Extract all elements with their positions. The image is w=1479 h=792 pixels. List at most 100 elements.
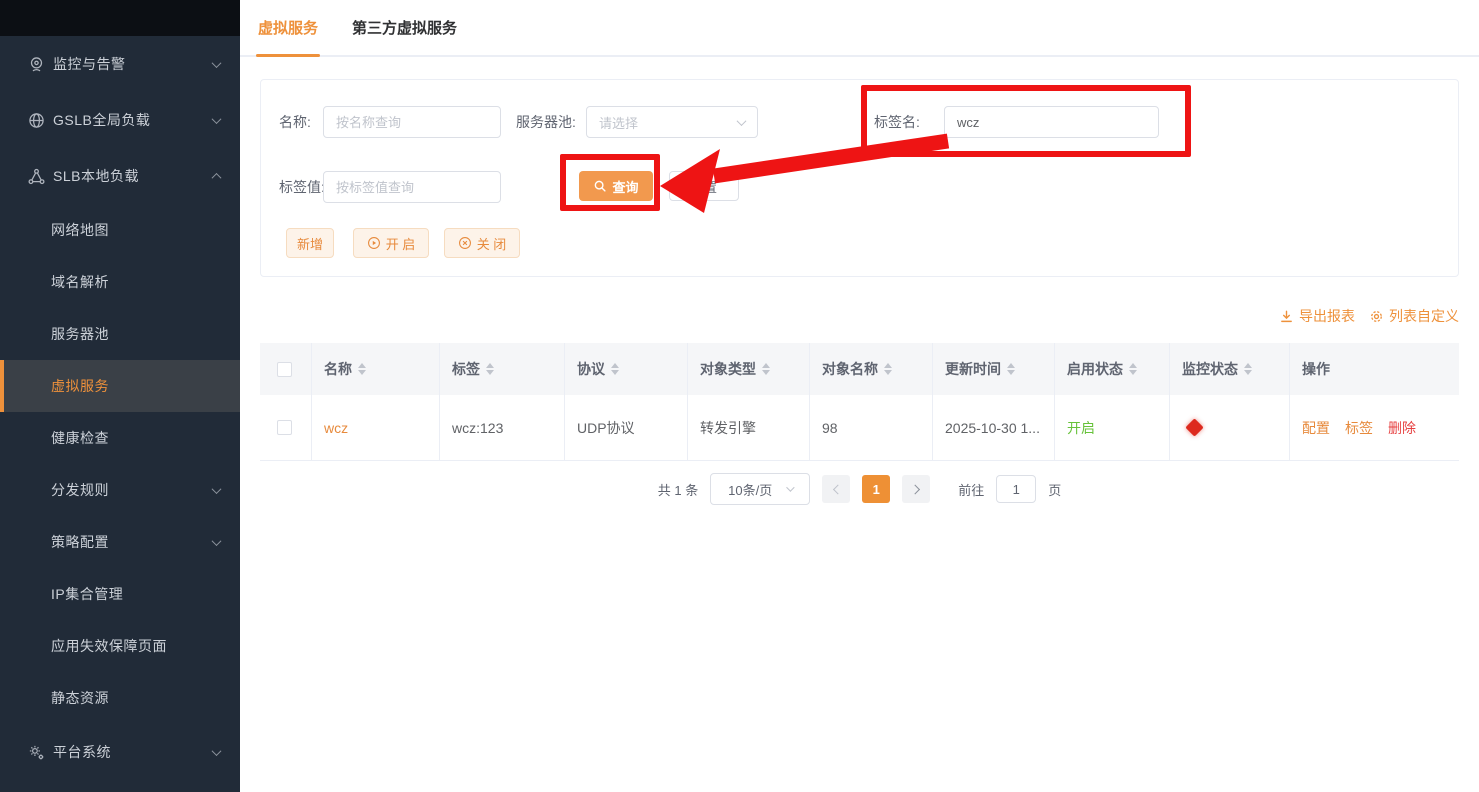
export-report-link[interactable]: 导出报表 [1279,306,1355,326]
sort-icon[interactable] [884,363,892,375]
main-content: 虚拟服务第三方虚拟服务 名称: 服务器池: 请选择 标签名: 标签值: 查询 重… [240,0,1479,792]
gear-icon [27,743,46,762]
sidebar-item-label: 健康检查 [51,428,109,448]
row-checkbox[interactable] [277,420,292,435]
header-cell-标签: 标签 [440,343,565,395]
header-cell-监控状态: 监控状态 [1170,343,1290,395]
sidebar-item-IP集合管理[interactable]: IP集合管理 [0,568,240,620]
column-label: 协议 [577,359,605,379]
tag-name-filter-input[interactable] [944,106,1159,138]
pool-filter-label: 服务器池: [516,106,576,138]
select-all-checkbox[interactable] [277,362,292,377]
cell-protocol: UDP协议 [565,395,688,460]
sidebar-item-label: 策略配置 [51,532,109,552]
sidebar-item-应用失效保障页面[interactable]: 应用失效保障页面 [0,620,240,672]
sidebar-item-分发规则[interactable]: 分发规则 [0,464,240,516]
prev-page-button[interactable] [822,475,850,503]
sort-icon[interactable] [358,363,366,375]
chevron-down-icon [212,746,222,756]
chevron-down-icon [737,116,747,126]
download-icon [1279,309,1294,324]
sidebar-item-label: 域名解析 [51,272,109,292]
enable-button[interactable]: 开 启 [353,228,429,258]
chevron-down-icon [212,58,222,68]
monitor-status-diamond-icon [1185,418,1203,436]
customize-columns-link[interactable]: 列表自定义 [1369,306,1459,326]
sidebar-item-平台系统[interactable]: 平台系统 [0,724,240,780]
tab-第三方虚拟服务[interactable]: 第三方虚拟服务 [352,0,457,55]
sidebar-item-监控与告警[interactable]: 监控与告警 [0,36,240,92]
search-button[interactable]: 查询 [579,171,653,201]
row-action-配置[interactable]: 配置 [1302,418,1330,438]
header-cell-启用状态: 启用状态 [1055,343,1170,395]
sidebar-item-虚拟服务[interactable]: 虚拟服务 [0,360,240,412]
cell-name: wcz [312,395,440,460]
header-cell-操作: 操作 [1290,343,1459,395]
total-count: 共 1 条 [658,480,698,499]
sidebar-logo-area [0,0,240,36]
tag-value-filter-input[interactable] [323,171,501,203]
sort-icon[interactable] [611,363,619,375]
goto-label: 前往 [958,480,984,499]
cell-object-name: 98 [810,395,933,460]
header-cell-名称: 名称 [312,343,440,395]
header-cell-协议: 协议 [565,343,688,395]
sidebar-item-健康检查[interactable]: 健康检查 [0,412,240,464]
cell-monitor-status [1170,395,1290,460]
page-number-button[interactable]: 1 [862,475,890,503]
sidebar-item-label: GSLB全局负载 [53,110,150,130]
cell-updated: 2025-10-30 1... [933,395,1055,460]
sidebar-item-服务器池[interactable]: 服务器池 [0,308,240,360]
add-button[interactable]: 新增 [286,228,334,258]
row-action-删除[interactable]: 删除 [1388,418,1416,438]
next-page-button[interactable] [902,475,930,503]
pool-select-placeholder: 请选择 [599,113,638,132]
play-circle-icon [367,236,381,250]
search-icon [593,179,607,193]
column-label: 更新时间 [945,359,1001,379]
goto-page-input[interactable] [996,475,1036,503]
row-name-link[interactable]: wcz [324,420,348,436]
chevron-down-icon [212,484,222,494]
column-label: 对象名称 [822,359,878,379]
sidebar-item-label: 服务器池 [51,324,109,344]
sidebar-item-label: 监控与告警 [53,54,126,74]
sort-icon[interactable] [1244,363,1252,375]
cell-object-type: 转发引擎 [688,395,810,460]
sort-icon[interactable] [1129,363,1137,375]
sort-icon[interactable] [1007,363,1015,375]
sidebar-item-label: 平台系统 [53,742,111,762]
tag-value-filter-label: 标签值: [279,171,325,203]
app-root: 监控与告警GSLB全局负载SLB本地负载网络地图域名解析服务器池虚拟服务健康检查… [0,0,1479,792]
tabbar: 虚拟服务第三方虚拟服务 [240,0,1479,57]
column-label: 操作 [1302,359,1330,379]
sidebar-item-label: 分发规则 [51,480,109,500]
tab-虚拟服务[interactable]: 虚拟服务 [258,0,318,55]
sidebar-item-网络地图[interactable]: 网络地图 [0,204,240,256]
table-body: wcz wcz:123 UDP协议 转发引擎 98 2025-10-30 1..… [260,395,1459,461]
sidebar-item-静态资源[interactable]: 静态资源 [0,672,240,724]
sidebar-item-GSLB全局负载[interactable]: GSLB全局负载 [0,92,240,148]
header-checkbox-cell [260,343,312,395]
sidebar-item-SLB本地负载[interactable]: SLB本地负载 [0,148,240,204]
sort-icon[interactable] [486,363,494,375]
sidebar-menu: 监控与告警 GSLB全局负载 SLB本地负载网络地图域名解析服务器池虚拟服务健康检查… [0,36,240,780]
disable-button[interactable]: 关 闭 [444,228,520,258]
filter-panel: 名称: 服务器池: 请选择 标签名: 标签值: 查询 重置 新增 [260,79,1459,277]
column-label: 名称 [324,359,352,379]
name-filter-input[interactable] [323,106,501,138]
close-circle-icon [458,236,472,250]
pagination: 共 1 条 10条/页 1 前往 页 [260,473,1459,505]
pool-filter-select[interactable]: 请选择 [586,106,758,138]
column-label: 启用状态 [1067,359,1123,379]
sort-icon[interactable] [762,363,770,375]
table-row: wcz wcz:123 UDP协议 转发引擎 98 2025-10-30 1..… [260,395,1459,461]
sidebar-item-label: SLB本地负载 [53,166,139,186]
reset-button[interactable]: 重置 [669,171,739,201]
header-cell-更新时间: 更新时间 [933,343,1055,395]
sidebar-item-策略配置[interactable]: 策略配置 [0,516,240,568]
sidebar-item-域名解析[interactable]: 域名解析 [0,256,240,308]
page-size-select[interactable]: 10条/页 [710,473,810,505]
header-cell-对象类型: 对象类型 [688,343,810,395]
row-action-标签[interactable]: 标签 [1345,418,1373,438]
